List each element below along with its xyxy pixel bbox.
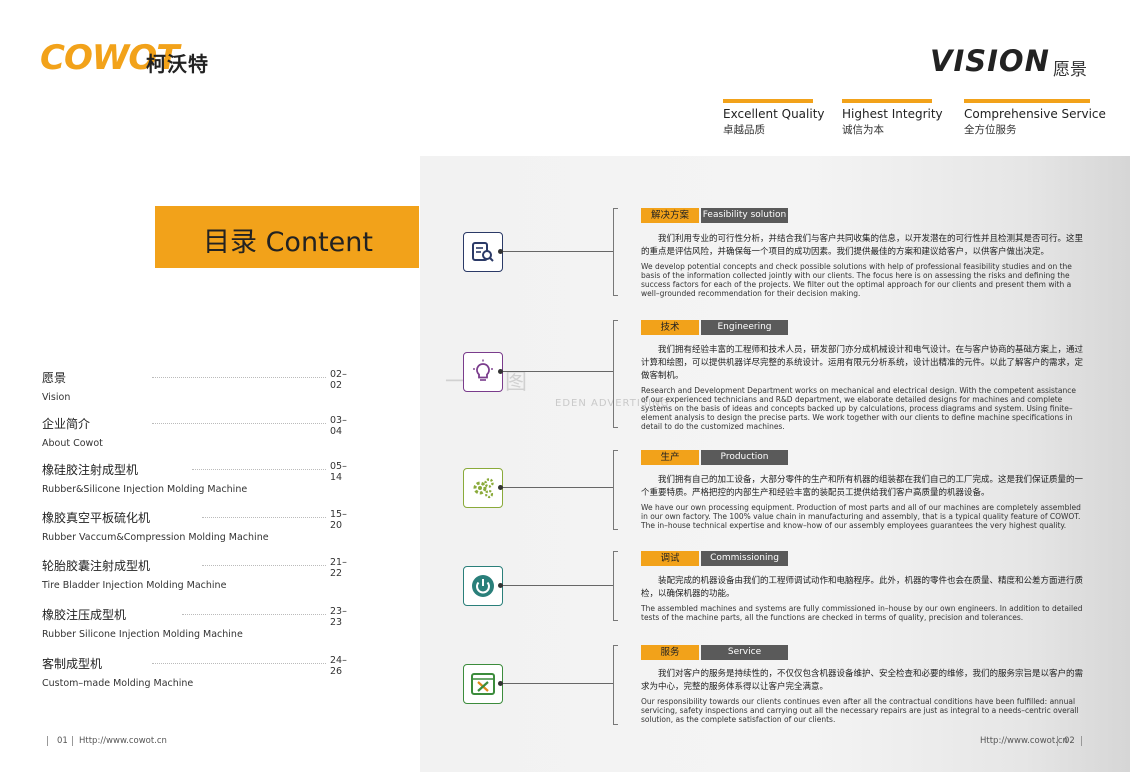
toc-item-en: About Cowot xyxy=(42,438,103,449)
section-text-en: The assembled machines and systems are f… xyxy=(641,604,1083,622)
toc-item-tire[interactable]: 轮胎胶囊注射成型机 Tire Bladder Injection Molding… xyxy=(42,557,354,591)
section-engineering-body: 我们拥有经验丰富的工程师和技术人员，研发部门亦分成机械设计和电气设计。在与客户协… xyxy=(641,344,1083,431)
toc-leader xyxy=(152,377,348,378)
connector-dot xyxy=(498,485,503,490)
section-text-en: We develop potential concepts and check … xyxy=(641,262,1072,298)
tagline-en: Excellent Quality xyxy=(723,107,825,121)
tagline-quality: Excellent Quality 卓越品质 xyxy=(723,99,825,137)
section-tag-en: Commissioning xyxy=(701,551,788,566)
footer-divider xyxy=(1057,736,1058,746)
section-tag-cn: 解决方案 xyxy=(641,208,699,223)
toc-item-en: Rubber&Silicone Injection Molding Machin… xyxy=(42,484,248,495)
toc-item-pages: 03–04 xyxy=(326,415,354,437)
section-bracket xyxy=(613,320,618,428)
gears-icon xyxy=(463,468,503,508)
content-banner: 目录 Content xyxy=(155,206,419,268)
toc-item-about[interactable]: 企业简介 About Cowot 03–04 xyxy=(42,415,354,449)
section-text-en: We have our own processing equipment. Pr… xyxy=(641,503,1081,530)
section-text-en: Research and Development Department work… xyxy=(641,386,1076,431)
section-tag-cn: 生产 xyxy=(641,450,699,465)
section-production-body: 我们拥有自己的加工设备，大部分零件的生产和所有机器的组装都在我们自己的工厂完成。… xyxy=(641,474,1083,530)
connector-dot xyxy=(498,681,503,686)
toc-item-pages: 15–20 xyxy=(326,509,354,531)
footer-divider xyxy=(1081,736,1082,746)
connector-line xyxy=(501,585,613,586)
search-document-icon xyxy=(463,232,503,272)
toc-item-pages: 05–14 xyxy=(326,461,354,483)
toc-item-pages: 21–22 xyxy=(326,557,354,579)
footer-url[interactable]: Http://www.cowot.cn xyxy=(79,736,167,746)
section-text-cn: 我们对客户的服务是持续性的，不仅仅包含机器设备维护、安全检查和必要的维修，我们的… xyxy=(641,669,1084,692)
content-banner-title: 目录 Content xyxy=(203,227,373,258)
section-commissioning-body: 装配完成的机器设备由我们的工程师调试动作和电脑程序。此外，机器的零件也会在质量、… xyxy=(641,575,1083,622)
connector-dot xyxy=(498,249,503,254)
connector-line xyxy=(501,683,613,684)
tools-icon xyxy=(463,664,503,704)
toc-item-pages: 02–02 xyxy=(326,369,354,391)
section-text-cn: 我们拥有自己的加工设备，大部分零件的生产和所有机器的组装都在我们自己的工厂完成。… xyxy=(641,475,1084,498)
tagline-bar xyxy=(723,99,813,103)
section-bracket xyxy=(613,645,618,725)
section-text-en: Our responsibility towards our clients c… xyxy=(641,697,1079,724)
tagline-bar xyxy=(842,99,932,103)
toc-item-silicone[interactable]: 橡胶注压成型机 Rubber Silicone Injection Moldin… xyxy=(42,606,354,640)
footer-divider xyxy=(72,736,73,746)
tagline-integrity: Highest Integrity 诚信为本 xyxy=(842,99,943,137)
toc-item-pages: 24–26 xyxy=(326,655,354,677)
section-service-body: 我们对客户的服务是持续性的，不仅仅包含机器设备维护、安全检查和必要的维修，我们的… xyxy=(641,668,1083,724)
toc-item-vision[interactable]: 愿景 Vision 02–02 xyxy=(42,369,354,403)
toc-leader xyxy=(152,423,348,424)
toc-item-en: Vision xyxy=(42,392,71,403)
tagline-en: Highest Integrity xyxy=(842,107,943,121)
toc-item-vacuum[interactable]: 橡胶真空平板硫化机 Rubber Vaccum&Compression Mold… xyxy=(42,509,354,543)
footer-page-number: 01 xyxy=(57,736,68,746)
toc-item-en: Rubber Vaccum&Compression Molding Machin… xyxy=(42,532,269,543)
toc-item-en: Custom–made Molding Machine xyxy=(42,678,194,689)
toc-item-en: Rubber Silicone Injection Molding Machin… xyxy=(42,629,243,640)
cowot-logo-cn: 柯沃特 xyxy=(146,52,209,76)
connector-line xyxy=(501,371,613,372)
power-icon xyxy=(463,566,503,606)
tagline-service: Comprehensive Service 全方位服务 xyxy=(964,99,1106,137)
section-tag-en: Engineering xyxy=(701,320,788,335)
connector-dot xyxy=(498,583,503,588)
section-tag-cn: 调试 xyxy=(641,551,699,566)
section-tag-cn: 技术 xyxy=(641,320,699,335)
vision-title-cn: 愿景 xyxy=(1053,60,1087,80)
section-bracket xyxy=(613,208,618,296)
section-feasibility-body: 我们利用专业的可行性分析，并结合我们与客户共同收集的信息，以开发潜在的可行性并且… xyxy=(641,233,1083,298)
section-tag-en: Service xyxy=(701,645,788,660)
section-tag-cn: 服务 xyxy=(641,645,699,660)
tagline-cn: 卓越品质 xyxy=(723,124,765,136)
lightbulb-icon xyxy=(463,352,503,392)
section-bracket xyxy=(613,551,618,621)
section-text-cn: 装配完成的机器设备由我们的工程师调试动作和电脑程序。此外，机器的零件也会在质量、… xyxy=(641,576,1084,599)
section-tag-en: Feasibility solution xyxy=(701,208,788,223)
tagline-cn: 全方位服务 xyxy=(964,124,1017,136)
connector-dot xyxy=(498,369,503,374)
tagline-bar xyxy=(964,99,1090,103)
toc-item-en: Tire Bladder Injection Molding Machine xyxy=(42,580,227,591)
tagline-en: Comprehensive Service xyxy=(964,107,1106,121)
section-bracket xyxy=(613,450,618,530)
footer-url[interactable]: Http://www.cowot.cn xyxy=(980,736,1068,746)
toc-leader xyxy=(182,614,348,615)
connector-line xyxy=(501,251,613,252)
footer-page-number: 02 xyxy=(1064,736,1075,746)
section-text-cn: 我们拥有经验丰富的工程师和技术人员，研发部门亦分成机械设计和电气设计。在与客户协… xyxy=(641,345,1084,381)
toc-leader xyxy=(152,663,348,664)
toc-item-pages: 23–23 xyxy=(326,606,354,628)
section-tag-en: Production xyxy=(701,450,788,465)
footer-divider xyxy=(47,736,48,746)
tagline-cn: 诚信为本 xyxy=(842,124,884,136)
connector-line xyxy=(501,487,613,488)
toc-item-injection[interactable]: 橡硅胶注射成型机 Rubber&Silicone Injection Moldi… xyxy=(42,461,354,495)
vision-title: VISION xyxy=(930,44,1050,78)
section-text-cn: 我们利用专业的可行性分析，并结合我们与客户共同收集的信息，以开发潜在的可行性并且… xyxy=(641,234,1084,257)
toc-item-custom[interactable]: 客制成型机 Custom–made Molding Machine 24–26 xyxy=(42,655,354,689)
toc-leader xyxy=(192,469,348,470)
